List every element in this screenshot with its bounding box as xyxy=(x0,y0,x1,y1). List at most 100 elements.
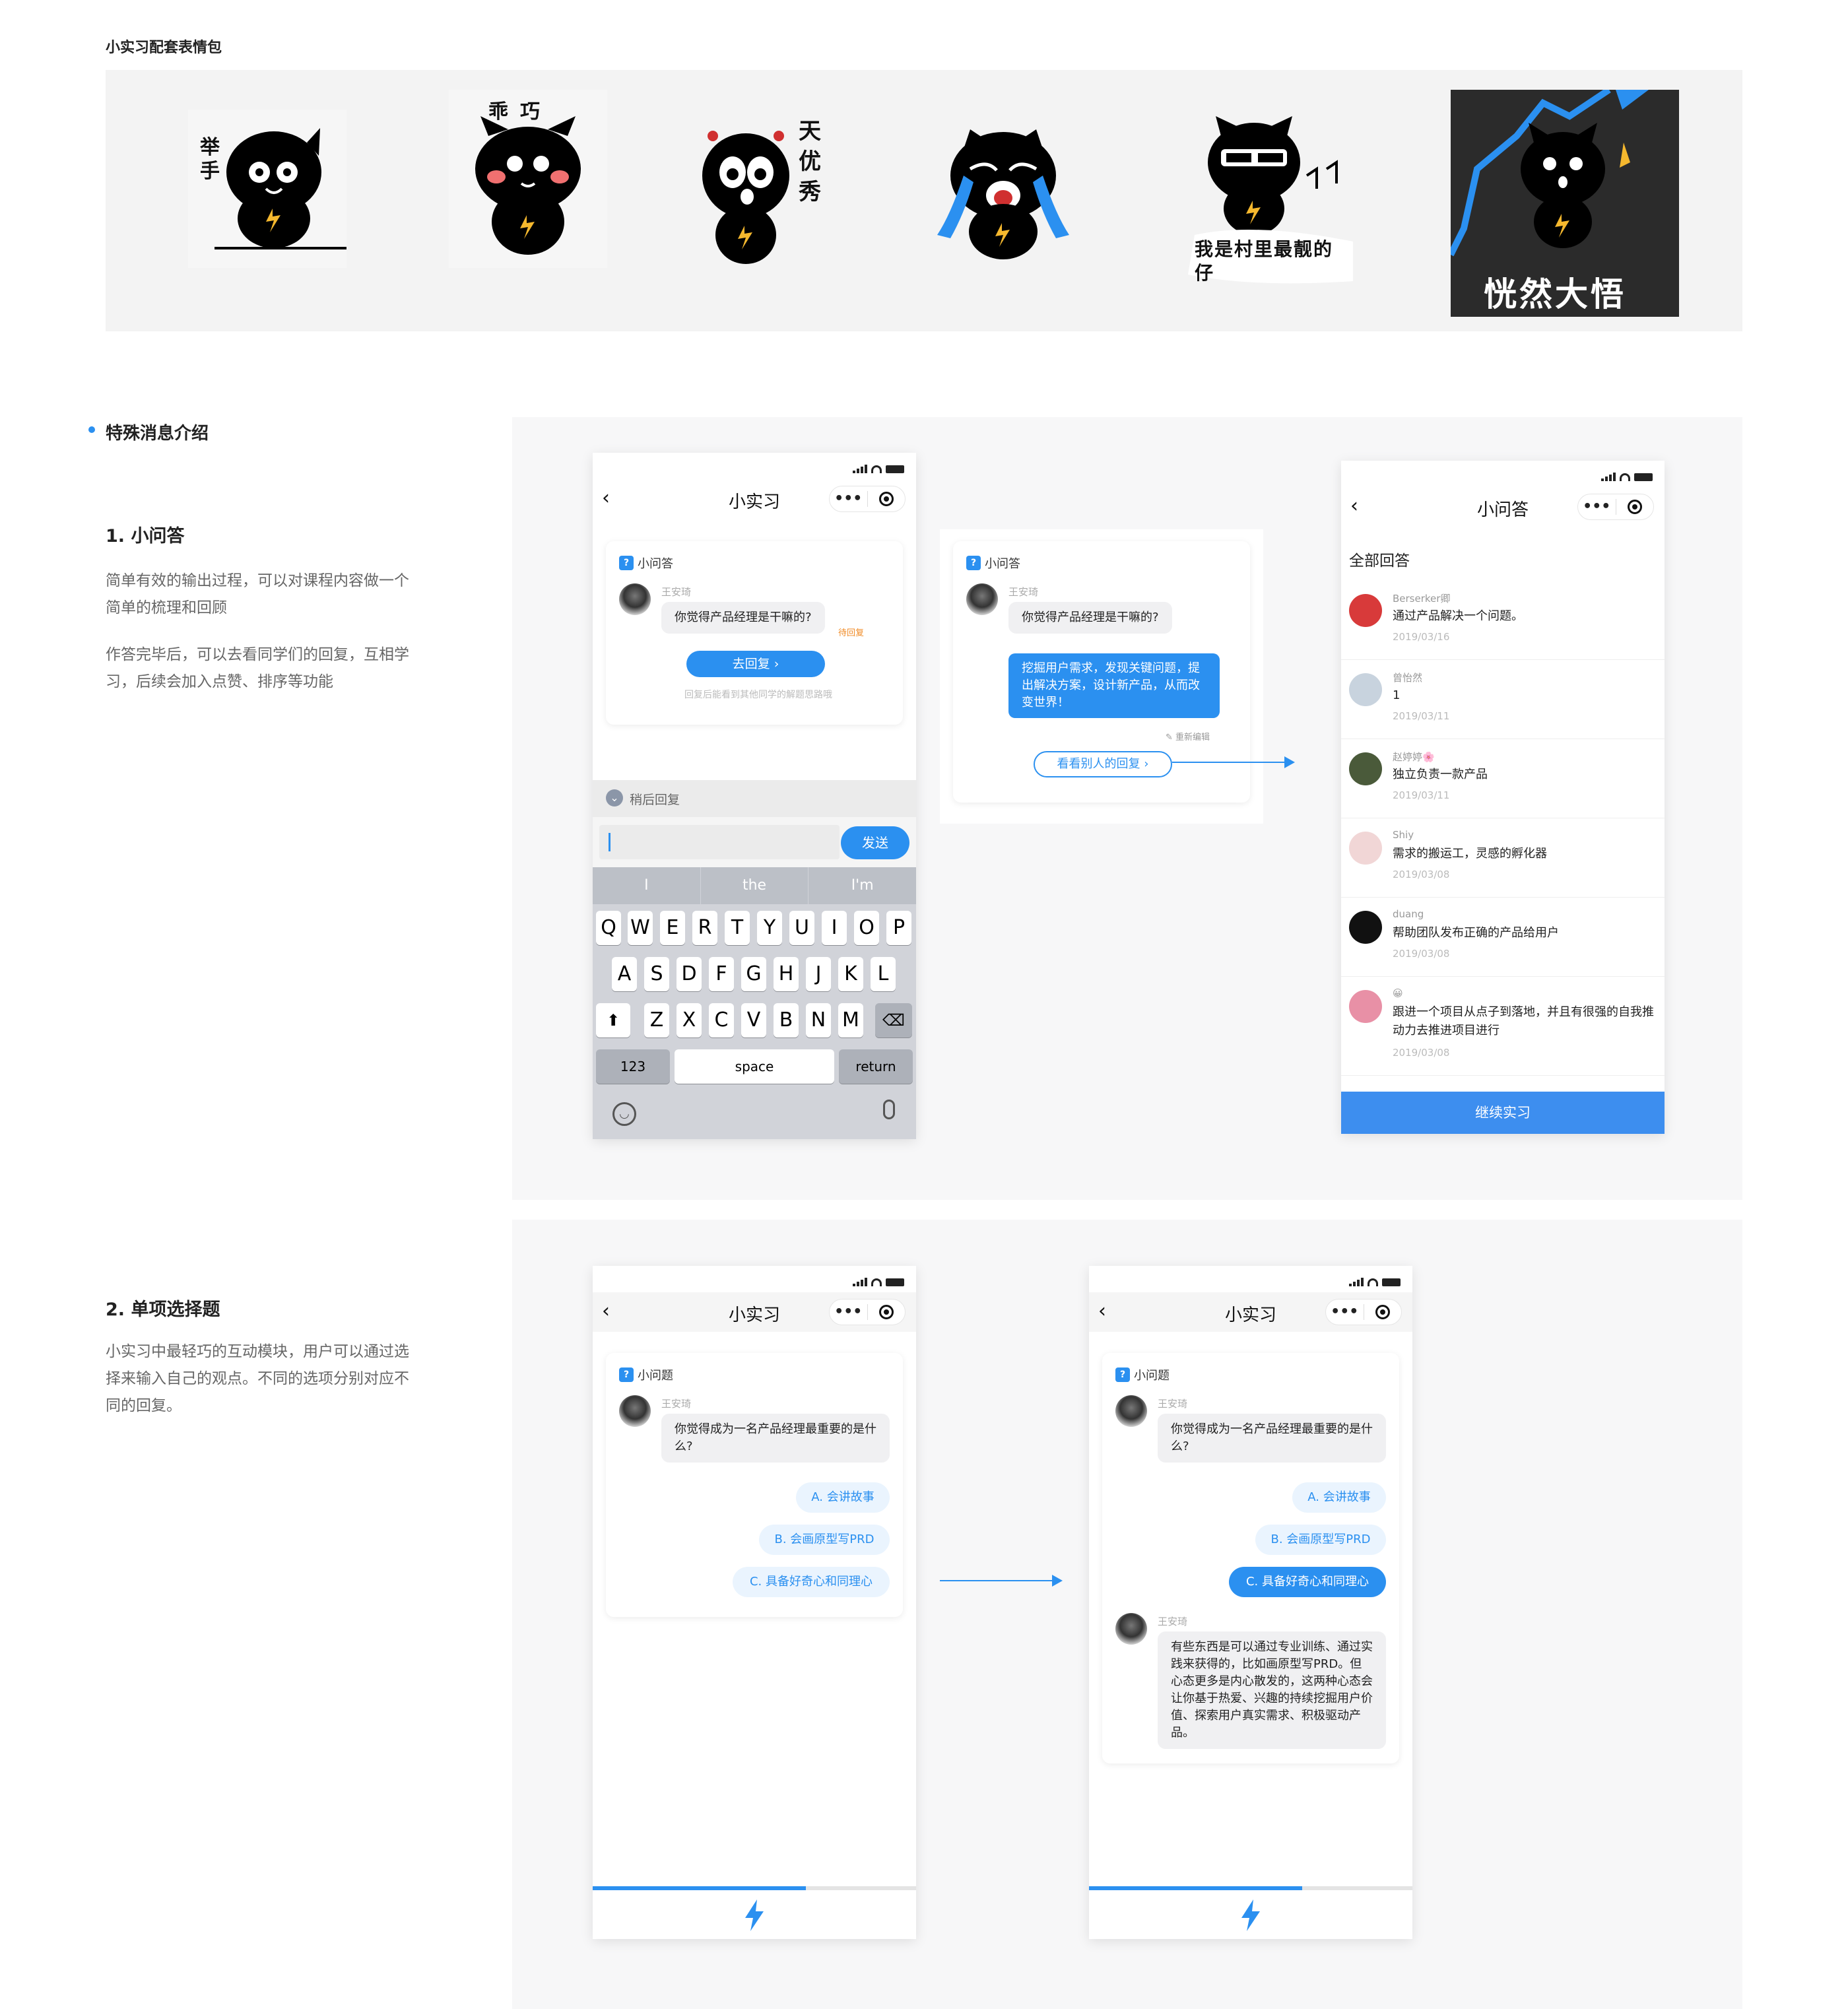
send-button[interactable]: 发送 xyxy=(841,826,909,859)
avatar xyxy=(1349,832,1382,865)
answered-qa-card: ? 小问答 王安琦 你觉得产品经理是干嘛的? 挖掘用户需求，发现关键问题，提出解决… xyxy=(953,541,1250,803)
shift-key[interactable]: ⬆ xyxy=(596,1003,630,1037)
answer-row: 😀 跟进一个项目从点子到落地，并且有很强的自我推动力去推进项目进行 2019/0… xyxy=(1341,977,1665,1076)
key[interactable]: E xyxy=(660,911,685,945)
key[interactable]: A xyxy=(612,957,637,991)
teacher-name: 王安琦 xyxy=(1158,1616,1188,1628)
answer-author: 赵婷婷🌸 xyxy=(1393,751,1435,763)
view-others-button[interactable]: 看看别人的回复 › xyxy=(1034,751,1172,777)
close-icon[interactable] xyxy=(867,1305,905,1319)
status-icons xyxy=(853,465,904,473)
close-icon[interactable] xyxy=(1616,500,1653,514)
sticker-coolest: 我是村里最靓的仔 xyxy=(1175,96,1373,288)
choice-heading: 2. 单项选择题 xyxy=(106,1300,220,1320)
nav-bar: ‹ 小实习 ••• xyxy=(593,1292,916,1332)
key[interactable]: F xyxy=(709,957,734,991)
edit-link[interactable]: ✎ 重新编辑 xyxy=(1166,730,1210,742)
key[interactable]: G xyxy=(741,957,766,991)
space-key[interactable]: space xyxy=(675,1049,834,1084)
key[interactable]: P xyxy=(886,911,911,945)
key[interactable]: N xyxy=(806,1003,831,1037)
more-icon[interactable]: ••• xyxy=(1326,1305,1364,1319)
card-label: 小问题 xyxy=(638,1369,673,1383)
key[interactable]: T xyxy=(725,911,750,945)
reply-button[interactable]: 去回复 › xyxy=(686,651,825,677)
key[interactable]: L xyxy=(871,957,896,991)
key[interactable]: J xyxy=(806,957,831,991)
sticker-caption: 举手 xyxy=(200,136,220,183)
sticker-raise-hand: 举手 xyxy=(188,110,346,268)
key[interactable]: U xyxy=(789,911,814,945)
key[interactable]: D xyxy=(676,957,702,991)
sticker-caption: 我是村里最靓的仔 xyxy=(1195,238,1334,284)
lightning-icon[interactable] xyxy=(1238,1899,1264,1931)
card-header: ? 小问题 xyxy=(1115,1366,1170,1383)
view-others-label: 看看别人的回复 xyxy=(1057,757,1140,771)
avatar xyxy=(1115,1613,1147,1645)
keyboard-suggestions: I the I'm xyxy=(593,867,916,904)
answer-author: 😀 xyxy=(1393,987,1403,999)
more-icon[interactable]: ••• xyxy=(830,492,867,506)
more-icon[interactable]: ••• xyxy=(830,1305,867,1319)
key[interactable]: M xyxy=(838,1003,863,1037)
mini-program-capsule: ••• xyxy=(1577,494,1654,520)
bottom-bar xyxy=(593,1890,916,1939)
reply-bubble: 有些东西是可以通过专业训练、通过实践来获得的，比如画原型写PRD。但心态更多是内… xyxy=(1158,1631,1386,1749)
return-key[interactable]: return xyxy=(839,1049,913,1084)
emoji-icon[interactable]: ◡ xyxy=(612,1102,636,1126)
qa-desc-1: 简单有效的输出过程，可以对课程内容做一个简单的梳理和回顾 xyxy=(106,572,409,616)
close-icon[interactable] xyxy=(1364,1305,1401,1319)
keyboard: I the I'm Q W E R T Y U I O P A S D F G … xyxy=(593,867,916,1139)
suggestion-item[interactable]: the xyxy=(701,867,809,904)
sticker-crying xyxy=(924,110,1082,268)
answer-text: 帮助团队发布正确的产品给用户 xyxy=(1393,926,1559,940)
option-a[interactable]: A. 会讲故事 xyxy=(1292,1482,1386,1513)
key[interactable]: H xyxy=(774,957,799,991)
answer-date: 2019/03/16 xyxy=(1393,631,1450,643)
option-b[interactable]: B. 会画原型写PRD xyxy=(1255,1525,1386,1555)
answer-author: Shiy xyxy=(1393,829,1414,841)
key[interactable]: R xyxy=(692,911,717,945)
suggestion-item[interactable]: I'm xyxy=(808,867,916,904)
key[interactable]: W xyxy=(628,911,653,945)
suggestion-item[interactable]: I xyxy=(593,867,701,904)
chevron-down-icon: ⌄ xyxy=(606,789,623,807)
key[interactable]: O xyxy=(854,911,879,945)
option-c[interactable]: C. 具备好奇心和同理心 xyxy=(733,1567,890,1597)
card-header: ? 小问题 xyxy=(619,1366,673,1383)
answer-text: 独立负责一款产品 xyxy=(1393,768,1488,781)
key[interactable]: V xyxy=(741,1003,766,1037)
key[interactable]: B xyxy=(774,1003,799,1037)
question-bubble: 你觉得成为一名产品经理最重要的是什么? xyxy=(661,1414,890,1463)
microphone-icon[interactable] xyxy=(883,1100,895,1119)
key[interactable]: Y xyxy=(757,911,782,945)
key[interactable]: X xyxy=(676,1003,702,1037)
reply-input[interactable] xyxy=(599,825,840,859)
backspace-key[interactable]: ⌫ xyxy=(875,1003,912,1037)
key[interactable]: I xyxy=(822,911,847,945)
continue-button[interactable]: 继续实习 xyxy=(1341,1092,1665,1134)
status-icons xyxy=(1349,1278,1401,1286)
lightning-icon[interactable] xyxy=(741,1899,768,1931)
reply-later-bar[interactable]: ⌄ 稍后回复 xyxy=(593,780,916,817)
option-c-selected[interactable]: C. 具备好奇心和同理心 xyxy=(1229,1567,1386,1597)
key[interactable]: Q xyxy=(596,911,621,945)
section-bullet xyxy=(88,426,95,433)
phone-choice-answered: ‹ 小实习 ••• ? 小问题 王安琦 你觉得成为一名产品经理最重要的是什么? A… xyxy=(1089,1266,1412,1939)
close-icon[interactable] xyxy=(867,492,905,506)
key[interactable]: C xyxy=(709,1003,734,1037)
key-123[interactable]: 123 xyxy=(596,1049,670,1084)
option-b[interactable]: B. 会画原型写PRD xyxy=(759,1525,890,1555)
key[interactable]: Z xyxy=(644,1003,669,1037)
key[interactable]: K xyxy=(838,957,863,991)
key[interactable]: S xyxy=(644,957,669,991)
option-a[interactable]: A. 会讲故事 xyxy=(796,1482,890,1513)
more-icon[interactable]: ••• xyxy=(1578,500,1616,514)
input-bar: 发送 xyxy=(593,817,916,867)
qa-desc-2: 作答完毕后，可以去看同学们的回复，互相学习，后续会加入点赞、排序等功能 xyxy=(106,646,409,690)
sticker-caption: 天优秀 xyxy=(799,118,821,205)
status-icons xyxy=(1601,473,1653,481)
question-icon: ? xyxy=(1115,1367,1130,1382)
answer-bubble: 挖掘用户需求，发现关键问题，提出解决方案，设计新产品，从而改变世界！ xyxy=(1008,653,1220,718)
sticker-enlightened: 恍然大悟 xyxy=(1447,86,1679,317)
